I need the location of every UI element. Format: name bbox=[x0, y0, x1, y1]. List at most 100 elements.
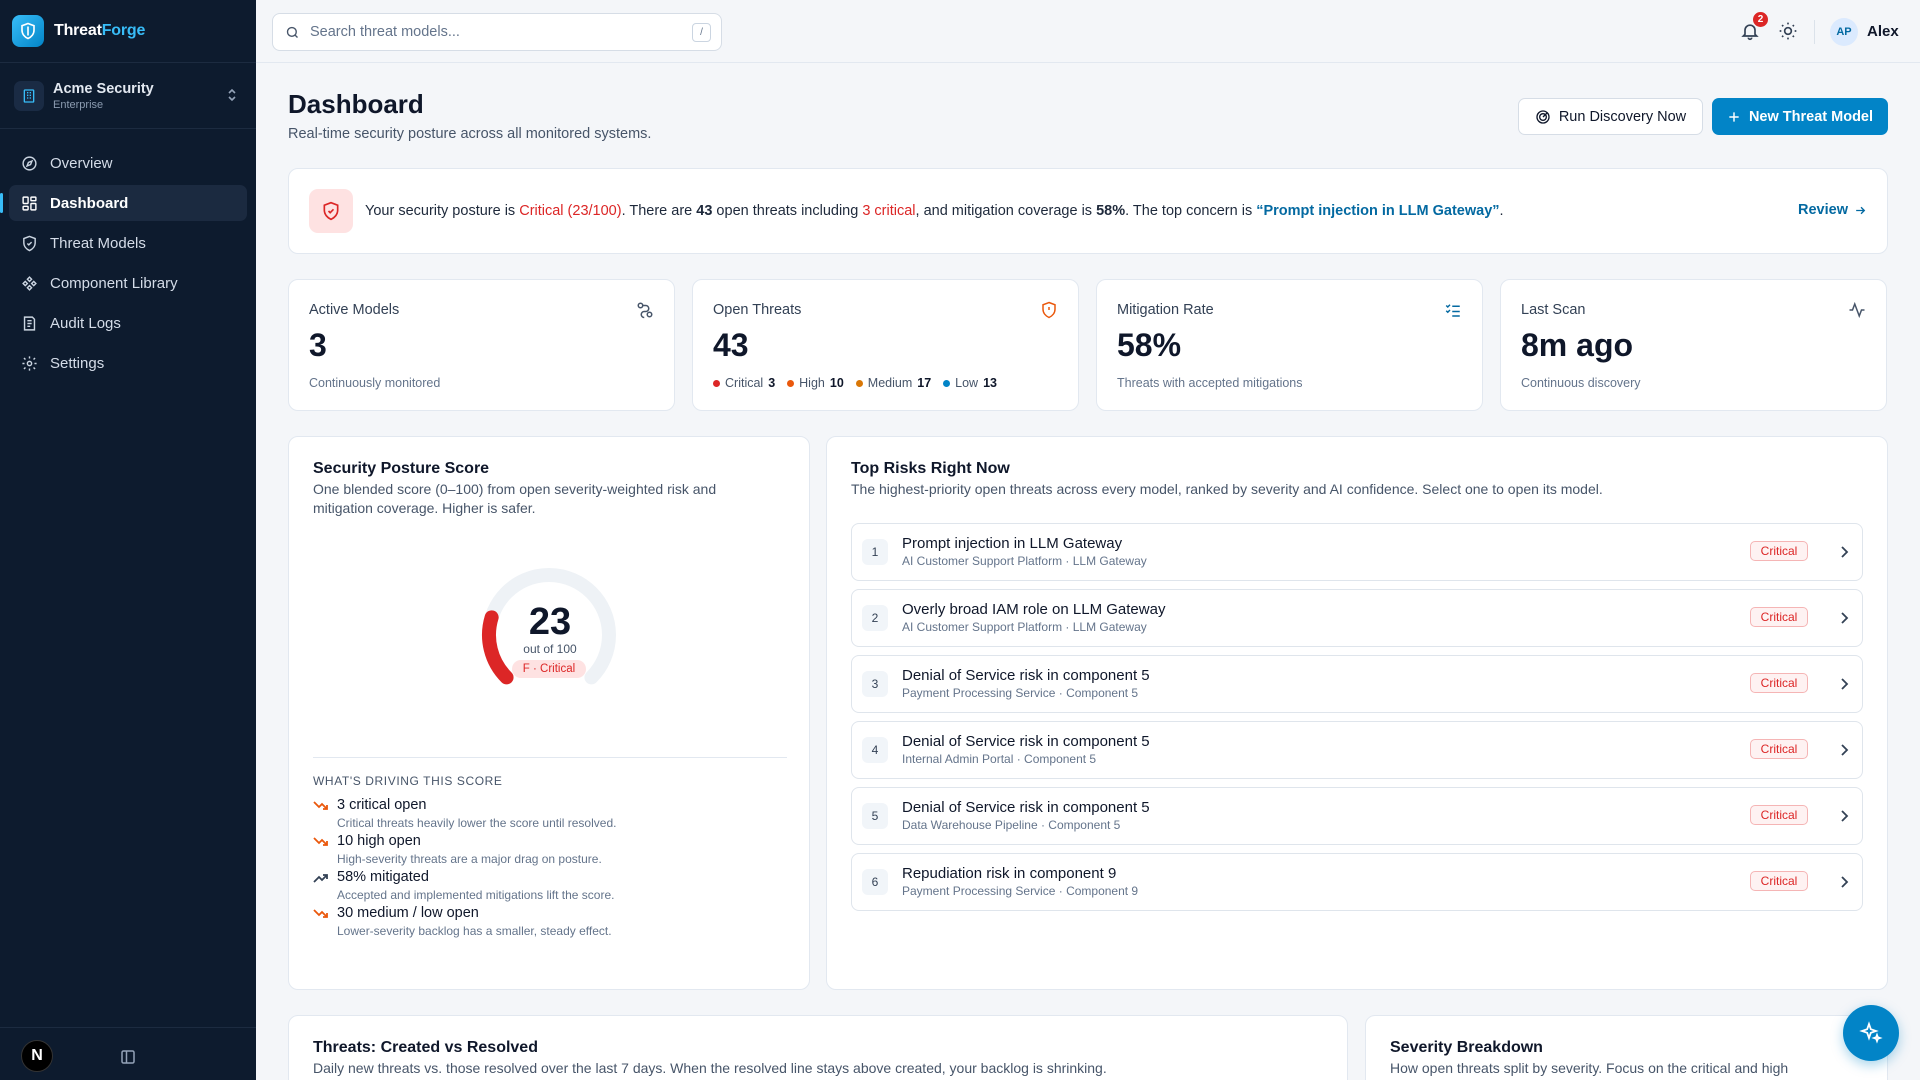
search-shortcut: / bbox=[692, 23, 711, 42]
shield-logo-icon bbox=[12, 15, 44, 47]
posture-alert-banner: Your security posture is Critical (23/10… bbox=[288, 168, 1888, 254]
sidebar-collapse-icon[interactable] bbox=[119, 1048, 137, 1066]
sidebar: ThreatForge Acme Security Enterprise Ove… bbox=[0, 0, 256, 1080]
risk-rank: 2 bbox=[862, 605, 888, 631]
user-avatar[interactable]: AP bbox=[1830, 18, 1858, 46]
risk-item[interactable]: 5 Denial of Service risk in component 5 … bbox=[851, 787, 1863, 845]
brand[interactable]: ThreatForge bbox=[0, 0, 256, 63]
sidebar-nav: Overview Dashboard Threat Models Compone… bbox=[0, 129, 256, 381]
shield-icon bbox=[20, 234, 38, 252]
stat-label: Open Threats bbox=[713, 302, 802, 318]
threats-trend-card: Threats: Created vs Resolved Daily new t… bbox=[288, 1015, 1348, 1080]
trend-up-icon bbox=[313, 874, 328, 883]
stat-label: Last Scan bbox=[1521, 302, 1586, 318]
risk-rank: 3 bbox=[862, 671, 888, 697]
severity-medium: Medium 17 bbox=[855, 376, 931, 390]
org-plan: Enterprise bbox=[53, 98, 104, 111]
risk-item[interactable]: 4 Denial of Service risk in component 5 … bbox=[851, 721, 1863, 779]
run-discovery-label: Run Discovery Now bbox=[1558, 108, 1687, 125]
risk-title: Prompt injection in LLM Gateway bbox=[902, 535, 1123, 552]
risk-item[interactable]: 1 Prompt injection in LLM Gateway AI Cus… bbox=[851, 523, 1863, 581]
risk-source: Data Warehouse Pipeline · Component 5 bbox=[902, 818, 1121, 832]
severity-badge: Critical bbox=[1750, 871, 1808, 891]
sidebar-item-component-library[interactable]: Component Library bbox=[9, 265, 247, 301]
new-threat-model-button[interactable]: New Threat Model bbox=[1712, 98, 1888, 135]
user-name[interactable]: Alex bbox=[1867, 23, 1899, 40]
card-title: Security Posture Score bbox=[313, 460, 490, 477]
sidebar-item-dashboard[interactable]: Dashboard bbox=[0, 185, 247, 221]
sun-icon[interactable] bbox=[1778, 21, 1798, 41]
trend-down-icon bbox=[313, 801, 328, 810]
sidebar-item-audit-logs[interactable]: Audit Logs bbox=[9, 305, 247, 341]
framework-avatar[interactable]: N bbox=[21, 1040, 53, 1072]
banner-message: Your security posture is Critical (23/10… bbox=[365, 203, 1504, 219]
stat-footnote: Continuous discovery bbox=[1521, 376, 1641, 390]
ai-assistant-button[interactable] bbox=[1843, 1005, 1899, 1061]
sidebar-item-threat-models[interactable]: Threat Models bbox=[9, 225, 247, 261]
org-switcher[interactable]: Acme Security Enterprise bbox=[0, 63, 256, 129]
risk-source: AI Customer Support Platform · LLM Gatew… bbox=[902, 620, 1147, 634]
gear-icon bbox=[20, 354, 38, 372]
trend-down-icon bbox=[313, 837, 328, 846]
brand-name: ThreatForge bbox=[54, 22, 146, 39]
shield-alert-icon bbox=[1042, 301, 1056, 319]
topbar: / 2 AP Alex bbox=[256, 0, 1920, 63]
run-discovery-button[interactable]: Run Discovery Now bbox=[1518, 98, 1703, 135]
risk-item[interactable]: 2 Overly broad IAM role on LLM Gateway A… bbox=[851, 589, 1863, 647]
severity-summary: Critical 3 High 10 Medium 17 Low 13 bbox=[713, 376, 1009, 390]
risk-item[interactable]: 6 Repudiation risk in component 9 Paymen… bbox=[851, 853, 1863, 911]
stat-value: 8m ago bbox=[1521, 327, 1634, 363]
sidebar-item-settings[interactable]: Settings bbox=[9, 345, 247, 381]
grid-icon bbox=[20, 194, 38, 212]
chevron-right-icon bbox=[1841, 744, 1849, 756]
stat-value: 43 bbox=[713, 327, 749, 363]
risk-title: Denial of Service risk in component 5 bbox=[902, 733, 1150, 750]
severity-high: High 10 bbox=[787, 376, 844, 390]
stat-label: Active Models bbox=[309, 302, 400, 318]
trend-down-icon bbox=[313, 909, 328, 918]
building-icon bbox=[14, 80, 44, 111]
page-subtitle: Real-time security posture across all mo… bbox=[288, 126, 652, 142]
top-concern-link[interactable]: “Prompt injection in LLM Gateway” bbox=[1256, 203, 1499, 219]
severity-critical: Critical 3 bbox=[713, 376, 775, 390]
page-title: Dashboard bbox=[288, 89, 424, 119]
posture-status: Critical (23/100) bbox=[519, 203, 622, 219]
stat-card-active-models[interactable]: Active Models 3 Continuously monitored bbox=[288, 279, 675, 411]
stat-card-mitigation-rate[interactable]: Mitigation Rate 58% Threats with accepte… bbox=[1096, 279, 1483, 411]
sidebar-item-label: Settings bbox=[50, 354, 105, 372]
risk-source: AI Customer Support Platform · LLM Gatew… bbox=[902, 554, 1147, 568]
shield-alert-icon bbox=[309, 189, 353, 233]
risk-rank: 6 bbox=[862, 869, 888, 895]
risk-rank: 1 bbox=[862, 539, 888, 565]
stat-card-last-scan[interactable]: Last Scan 8m ago Continuous discovery bbox=[1500, 279, 1887, 411]
compass-icon bbox=[20, 154, 38, 172]
drivers-heading: WHAT'S DRIVING THIS SCORE bbox=[313, 774, 503, 788]
posture-score-scale: out of 100 bbox=[523, 642, 577, 656]
stat-value: 58% bbox=[1117, 327, 1182, 363]
sidebar-item-overview[interactable]: Overview bbox=[9, 145, 247, 181]
chevron-up-down-icon bbox=[228, 88, 236, 102]
card-title: Top Risks Right Now bbox=[851, 460, 1010, 477]
card-description: The highest-priority open threats across… bbox=[851, 481, 1603, 497]
arrow-right-icon bbox=[1856, 206, 1866, 214]
sidebar-item-label: Threat Models bbox=[50, 234, 146, 252]
card-title: Severity Breakdown bbox=[1390, 1039, 1543, 1056]
search-input[interactable] bbox=[310, 24, 670, 40]
stat-footnote: Continuously monitored bbox=[309, 376, 441, 390]
org-name: Acme Security bbox=[53, 80, 154, 97]
severity-badge: Critical bbox=[1750, 673, 1808, 693]
stat-card-open-threats[interactable]: Open Threats 43 Critical 3 High 10 Medium 1… bbox=[692, 279, 1079, 411]
severity-low: Low 13 bbox=[943, 376, 997, 390]
card-title: Threats: Created vs Resolved bbox=[313, 1039, 538, 1056]
sidebar-item-label: Overview bbox=[50, 154, 113, 172]
risk-rank: 4 bbox=[862, 737, 888, 763]
risk-source: Payment Processing Service · Component 9 bbox=[902, 884, 1139, 898]
risk-list: 1 Prompt injection in LLM Gateway AI Cus… bbox=[851, 523, 1863, 919]
search-box[interactable]: / bbox=[272, 13, 722, 51]
sidebar-item-label: Audit Logs bbox=[50, 314, 121, 332]
chevron-right-icon bbox=[1841, 678, 1849, 690]
activity-icon bbox=[1849, 301, 1865, 319]
low-dot-icon bbox=[943, 379, 951, 387]
risk-item[interactable]: 3 Denial of Service risk in component 5 … bbox=[851, 655, 1863, 713]
review-link[interactable]: Review bbox=[1798, 202, 1867, 218]
